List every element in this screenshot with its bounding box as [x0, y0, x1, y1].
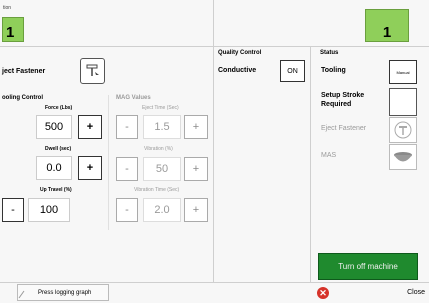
- divider-status: [310, 47, 311, 282]
- fastener-circle-icon: [394, 121, 412, 139]
- vibration-value[interactable]: 50: [143, 157, 181, 181]
- close-label: Close: [407, 289, 425, 296]
- up-travel-label: Up Travel (%): [40, 187, 72, 193]
- turn-off-machine-button[interactable]: Turn off machine: [318, 253, 418, 280]
- vibration-time-plus-button[interactable]: +: [184, 198, 208, 222]
- up-travel-value[interactable]: 100: [28, 198, 70, 222]
- setup-stroke-label-line1: Setup Stroke: [321, 92, 365, 99]
- machine-control-screen: tion 1 1 ject Fastener ooling Control Fo…: [0, 0, 429, 303]
- turn-off-machine-label: Turn off machine: [338, 262, 398, 271]
- setup-stroke-label-line2: Required: [321, 101, 352, 108]
- tooling-divider: [108, 95, 109, 230]
- eject-time-plus-button[interactable]: +: [184, 115, 208, 139]
- dwell-value[interactable]: 0.0: [36, 156, 72, 180]
- setup-stroke-button[interactable]: [389, 88, 417, 116]
- top-right-counter: 1: [365, 9, 409, 42]
- graph-icon: [18, 286, 26, 299]
- divider-vertical-left: [213, 0, 214, 282]
- dwell-plus-button[interactable]: +: [78, 156, 102, 180]
- vibration-time-minus-button[interactable]: -: [116, 198, 138, 222]
- divider-top: [0, 46, 429, 47]
- conductive-toggle-button[interactable]: ON: [280, 60, 305, 82]
- tooling-label: Tooling: [321, 67, 346, 74]
- vibration-label: Vibration (%): [144, 146, 173, 152]
- conductive-label: Conductive: [218, 67, 257, 74]
- mag-values-title: MAG Values: [116, 95, 151, 101]
- eject-fastener-button[interactable]: [80, 58, 105, 84]
- bowl-icon: [394, 152, 412, 162]
- fastener-icon: [86, 64, 99, 76]
- mas-label: MAS: [321, 152, 337, 159]
- divider-bottom: [0, 282, 429, 283]
- top-left-counter: 1: [2, 17, 24, 42]
- top-left-label: tion: [3, 5, 12, 11]
- vibration-plus-button[interactable]: +: [184, 157, 208, 181]
- status-title: Status: [320, 50, 339, 56]
- press-logging-button[interactable]: Press logging graph: [17, 284, 109, 301]
- force-label: Force (Lbs): [45, 105, 73, 111]
- dwell-label: Dwell (sec): [45, 146, 72, 152]
- eject-time-label: Eject Time (Sec): [142, 105, 179, 111]
- vibration-time-label: Vibration Time (Sec): [134, 187, 180, 193]
- quality-control-title: Quality Control: [218, 50, 262, 56]
- close-icon: ✕: [317, 287, 329, 299]
- press-logging-label: Press logging graph: [38, 289, 92, 296]
- eject-fastener-status-label: Eject Fastener: [321, 125, 367, 132]
- eject-time-value[interactable]: 1.5: [143, 115, 181, 139]
- mas-status-button[interactable]: [389, 144, 417, 170]
- eject-time-minus-button[interactable]: -: [116, 115, 138, 139]
- vibration-time-value[interactable]: 2.0: [143, 198, 181, 222]
- force-value[interactable]: 500: [36, 115, 72, 139]
- up-travel-minus-button[interactable]: -: [2, 198, 24, 222]
- eject-fastener-label: ject Fastener: [2, 68, 46, 75]
- close-button[interactable]: ✕ Close: [312, 284, 429, 303]
- eject-fastener-status-button[interactable]: [389, 117, 417, 143]
- tooling-control-title: ooling Control: [2, 95, 43, 101]
- force-plus-button[interactable]: +: [78, 115, 102, 139]
- vibration-minus-button[interactable]: -: [116, 157, 138, 181]
- tooling-manual-button[interactable]: Manual: [389, 60, 417, 84]
